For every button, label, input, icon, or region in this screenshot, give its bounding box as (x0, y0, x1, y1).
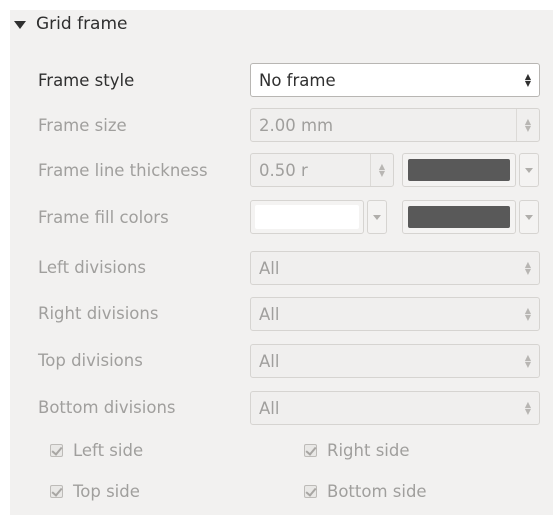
right-divisions-combobox[interactable]: All ▲ ▼ (250, 297, 540, 331)
combobox-arrows-icon: ▲ ▼ (524, 260, 532, 276)
frame-line-thickness-spinbox[interactable]: 0.50 r ▲ ▼ (250, 153, 394, 187)
combobox-arrows-icon: ▲ ▼ (524, 400, 532, 416)
frame-line-thickness-value: 0.50 r (259, 160, 308, 180)
right-divisions-label: Right divisions (38, 304, 159, 323)
line-color-swatch (408, 159, 510, 181)
right-side-label: Right side (327, 440, 410, 460)
section-title: Grid frame (36, 14, 128, 34)
frame-size-value: 2.00 mm (259, 115, 334, 135)
bottom-divisions-label: Bottom divisions (38, 398, 176, 417)
spin-arrows-icon[interactable]: ▲ ▼ (370, 154, 393, 186)
chevron-down-icon (373, 214, 381, 220)
left-side-checkbox[interactable]: Left side (50, 440, 143, 460)
frame-fill-color2-dropdown[interactable] (519, 200, 539, 234)
checkbox-checked-icon (304, 484, 317, 498)
frame-fill-color2-button[interactable] (402, 200, 516, 234)
left-divisions-value: All (259, 258, 280, 278)
bottom-side-label: Bottom side (327, 481, 427, 501)
frame-size-spinbox[interactable]: 2.00 mm ▲ ▼ (250, 108, 540, 142)
chevron-down-icon (525, 214, 533, 220)
combobox-arrows-icon: ▲ ▼ (524, 353, 532, 369)
chevron-down-icon (525, 167, 533, 173)
combobox-arrows-icon: ▲ ▼ (524, 72, 532, 88)
checkbox-checked-icon (50, 484, 63, 498)
combobox-arrows-icon: ▲ ▼ (524, 306, 532, 322)
left-divisions-label: Left divisions (38, 258, 147, 277)
fill-color2-swatch (408, 206, 510, 228)
frame-fill-colors-label: Frame fill colors (38, 208, 169, 227)
right-side-checkbox[interactable]: Right side (304, 440, 410, 460)
top-divisions-combobox[interactable]: All ▲ ▼ (250, 344, 540, 378)
bottom-divisions-combobox[interactable]: All ▲ ▼ (250, 391, 540, 425)
frame-style-label: Frame style (38, 71, 135, 90)
frame-line-color-dropdown[interactable] (519, 153, 539, 187)
frame-line-thickness-label: Frame line thickness (38, 161, 208, 180)
frame-fill-color1-dropdown[interactable] (367, 200, 387, 234)
spin-arrows-icon[interactable]: ▲ ▼ (516, 109, 539, 141)
checkbox-checked-icon (304, 443, 317, 457)
bottom-divisions-value: All (259, 398, 280, 418)
frame-style-value: No frame (259, 70, 336, 90)
left-divisions-combobox[interactable]: All ▲ ▼ (250, 251, 540, 285)
frame-fill-color1-button[interactable] (250, 200, 364, 234)
frame-style-combobox[interactable]: No frame ▲ ▼ (250, 63, 540, 97)
frame-line-color-button[interactable] (402, 153, 516, 187)
checkbox-checked-icon (50, 443, 63, 457)
top-side-label: Top side (73, 481, 140, 501)
right-divisions-value: All (259, 304, 280, 324)
collapse-triangle-icon[interactable] (14, 21, 26, 29)
frame-size-label: Frame size (38, 116, 127, 135)
left-side-label: Left side (73, 440, 144, 460)
fill-color1-swatch (255, 205, 359, 229)
top-side-checkbox[interactable]: Top side (50, 481, 140, 501)
bottom-side-checkbox[interactable]: Bottom side (304, 481, 427, 501)
top-divisions-label: Top divisions (38, 351, 143, 370)
grid-frame-section-header[interactable]: Grid frame (14, 14, 128, 34)
top-divisions-value: All (259, 351, 280, 371)
